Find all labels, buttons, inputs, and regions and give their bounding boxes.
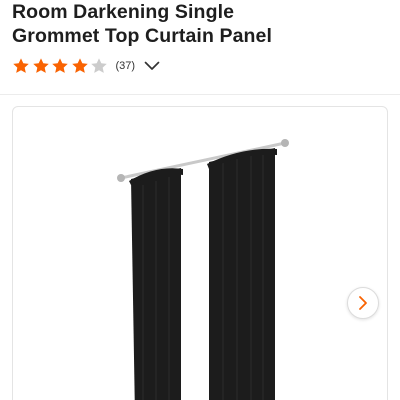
chevron-down-icon[interactable]	[143, 57, 161, 75]
section-divider	[0, 94, 400, 95]
star-icon	[71, 58, 88, 73]
review-count[interactable]: (37)	[116, 60, 136, 72]
star-icon	[13, 58, 29, 73]
product-header: Room Darkening Single Grommet Top Curtai…	[12, 0, 392, 48]
star-icon	[52, 58, 68, 73]
star-icon	[91, 58, 107, 73]
chevron-right-icon	[359, 296, 367, 310]
star-rating	[12, 57, 110, 75]
next-image-button[interactable]	[347, 287, 379, 319]
product-image-carousel[interactable]	[12, 106, 388, 400]
product-title-line-1: Room Darkening Single	[12, 1, 235, 23]
product-title: Room Darkening Single Grommet Top Curtai…	[12, 0, 392, 48]
product-title-line-2: Grommet Top Curtain Panel	[12, 25, 272, 47]
product-image-curtain	[117, 139, 289, 400]
product-page: Room Darkening Single Grommet Top Curtai…	[0, 0, 400, 400]
rating-summary[interactable]: (37)	[12, 56, 161, 76]
star-icon	[32, 58, 49, 73]
